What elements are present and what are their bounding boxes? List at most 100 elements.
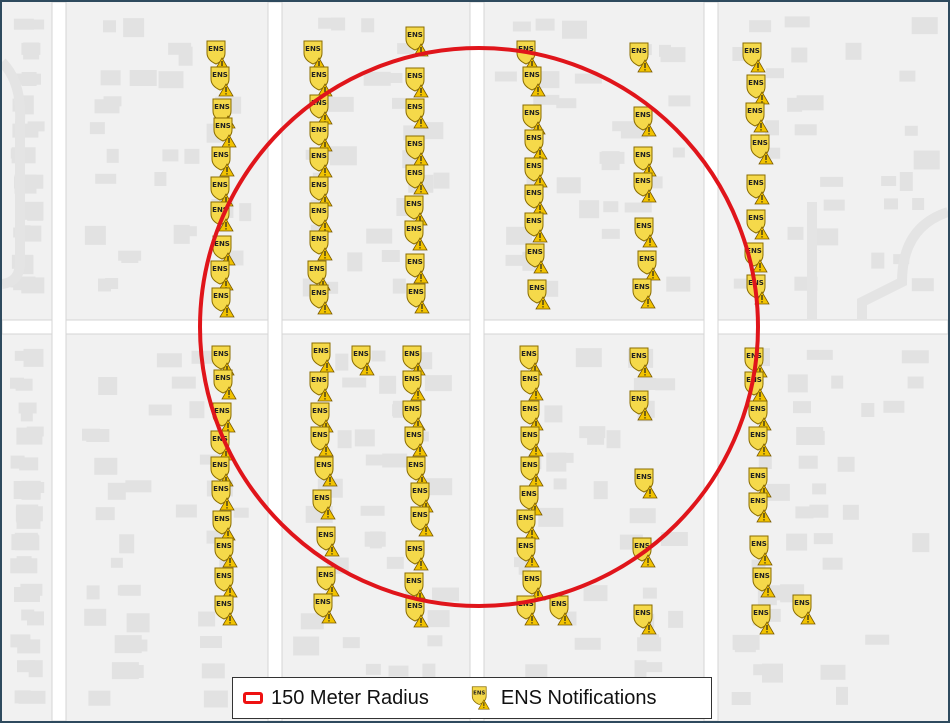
building bbox=[361, 18, 375, 33]
building bbox=[837, 456, 855, 472]
road-vertical bbox=[469, 2, 485, 721]
building bbox=[556, 177, 581, 194]
building bbox=[154, 172, 167, 186]
building bbox=[392, 278, 406, 294]
building bbox=[883, 400, 905, 413]
building bbox=[766, 68, 784, 79]
building bbox=[731, 692, 751, 705]
building bbox=[795, 506, 814, 519]
building bbox=[239, 203, 252, 222]
building bbox=[126, 613, 150, 633]
building bbox=[293, 636, 320, 656]
building bbox=[637, 637, 662, 652]
building bbox=[672, 147, 685, 158]
building bbox=[634, 660, 647, 678]
building bbox=[666, 276, 691, 292]
building bbox=[624, 202, 652, 213]
building bbox=[121, 253, 139, 263]
building bbox=[579, 426, 606, 439]
building bbox=[427, 610, 450, 628]
building bbox=[363, 71, 391, 86]
building bbox=[327, 96, 354, 112]
building bbox=[354, 429, 375, 447]
building bbox=[28, 660, 43, 678]
building bbox=[365, 454, 385, 466]
building bbox=[89, 122, 105, 135]
building bbox=[583, 585, 608, 602]
building bbox=[360, 505, 385, 516]
building bbox=[100, 70, 121, 86]
building bbox=[233, 507, 249, 518]
building bbox=[786, 533, 808, 551]
building bbox=[881, 176, 897, 186]
building bbox=[392, 97, 405, 109]
building bbox=[806, 349, 833, 360]
building bbox=[787, 226, 804, 240]
radius-swatch-icon bbox=[243, 692, 263, 704]
map-legend: 150 Meter Radius ENS Notifications bbox=[232, 677, 712, 719]
building bbox=[813, 533, 833, 545]
building bbox=[381, 250, 400, 262]
road-vertical bbox=[703, 2, 719, 721]
building bbox=[173, 224, 190, 244]
building bbox=[15, 506, 43, 522]
building bbox=[10, 377, 24, 389]
map-view[interactable]: ENS 150 Meter Radius bbox=[0, 0, 950, 723]
building bbox=[433, 172, 450, 189]
map-canvas[interactable]: ENS bbox=[2, 2, 948, 721]
building bbox=[812, 483, 827, 495]
building bbox=[562, 20, 587, 39]
building bbox=[86, 585, 100, 600]
building bbox=[907, 376, 924, 389]
building bbox=[382, 453, 408, 468]
building bbox=[14, 587, 40, 602]
building bbox=[787, 374, 808, 393]
building bbox=[912, 198, 925, 210]
building bbox=[94, 457, 118, 475]
building bbox=[512, 21, 531, 32]
building bbox=[904, 125, 918, 136]
building bbox=[379, 375, 397, 394]
building bbox=[822, 557, 843, 570]
road-vertical bbox=[267, 2, 283, 721]
legend-item-radius: 150 Meter Radius bbox=[233, 687, 429, 710]
building bbox=[158, 71, 184, 89]
building bbox=[546, 452, 567, 472]
building bbox=[365, 663, 381, 675]
building bbox=[574, 637, 601, 650]
building bbox=[318, 17, 333, 29]
building bbox=[203, 690, 228, 708]
ens-shield-warning-icon bbox=[471, 686, 490, 710]
building bbox=[95, 507, 115, 521]
building bbox=[168, 42, 192, 55]
building bbox=[766, 483, 790, 501]
building bbox=[201, 663, 225, 679]
building bbox=[865, 634, 890, 645]
building bbox=[899, 70, 916, 82]
building bbox=[95, 173, 117, 184]
building bbox=[13, 481, 41, 499]
building bbox=[820, 176, 844, 187]
building bbox=[575, 348, 602, 368]
building bbox=[175, 504, 197, 518]
building bbox=[184, 148, 200, 164]
building bbox=[129, 70, 157, 86]
building bbox=[21, 72, 37, 86]
building bbox=[899, 172, 913, 191]
building bbox=[758, 456, 772, 469]
building bbox=[579, 200, 600, 219]
building bbox=[200, 636, 222, 648]
building bbox=[668, 95, 691, 107]
building bbox=[912, 533, 930, 553]
building bbox=[125, 480, 152, 493]
building bbox=[98, 377, 118, 395]
building bbox=[861, 403, 875, 417]
building bbox=[84, 225, 106, 245]
building bbox=[836, 686, 848, 705]
building bbox=[337, 430, 352, 449]
building bbox=[603, 201, 619, 213]
building bbox=[21, 609, 35, 621]
building bbox=[88, 690, 111, 706]
building bbox=[10, 558, 38, 574]
building bbox=[593, 481, 608, 500]
